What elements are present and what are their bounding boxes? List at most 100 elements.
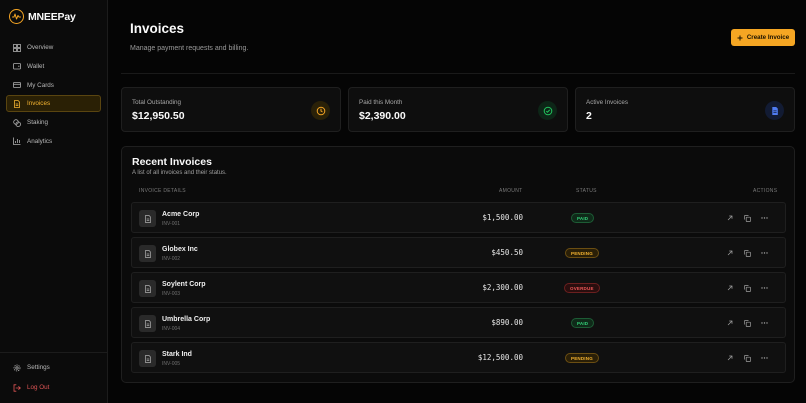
stat-card-paid-this-month: Paid this Month $2,390.00 xyxy=(348,87,568,132)
open-external-icon[interactable] xyxy=(726,354,734,362)
sidebar-item-my-cards[interactable]: My Cards xyxy=(6,77,101,94)
more-options-icon[interactable] xyxy=(760,319,768,327)
sidebar-bottom-nav: Settings Log Out xyxy=(6,359,101,399)
sidebar-item-label: Invoices xyxy=(27,100,51,108)
invoice-icon xyxy=(14,99,20,108)
invoice-amount: $1,500.00 xyxy=(482,213,523,222)
bar-chart-icon xyxy=(13,137,21,146)
create-invoice-button[interactable]: Create Invoice xyxy=(731,29,795,46)
card-subtitle: A list of all invoices and their status. xyxy=(132,170,227,176)
check-circle-icon xyxy=(538,101,557,120)
copy-icon[interactable] xyxy=(743,354,751,362)
copy-icon[interactable] xyxy=(743,214,751,222)
column-header-actions: Actions xyxy=(753,188,778,194)
stat-value: $12,950.50 xyxy=(132,110,185,122)
open-external-icon[interactable] xyxy=(726,214,734,222)
more-options-icon[interactable] xyxy=(760,354,768,362)
sidebar-item-invoices[interactable]: Invoices xyxy=(6,95,101,113)
stat-label: Total Outstanding xyxy=(132,99,182,106)
file-icon xyxy=(139,315,156,332)
sidebar-item-label: Wallet xyxy=(27,62,45,70)
stat-card-active-invoices: Active Invoices 2 xyxy=(575,87,795,132)
sidebar-nav: Overview Wallet My Cards Invoices Stakin… xyxy=(6,39,101,152)
stat-label: Active Invoices xyxy=(586,99,628,106)
brand[interactable]: MNEEPay xyxy=(9,9,76,24)
open-external-icon[interactable] xyxy=(726,284,734,292)
invoice-amount: $2,300.00 xyxy=(482,283,523,292)
table-row[interactable]: Globex Inc INV-002 $450.50 PENDING xyxy=(131,237,786,268)
client-name: Soylent Corp xyxy=(162,281,206,288)
client-name: Umbrella Corp xyxy=(162,316,211,323)
client-name: Acme Corp xyxy=(162,211,200,218)
plus-icon xyxy=(737,35,743,40)
sidebar-item-label: Overview xyxy=(27,44,54,51)
invoice-amount: $890.00 xyxy=(491,318,523,327)
status-badge: PAID xyxy=(571,213,595,223)
copy-icon[interactable] xyxy=(743,249,751,257)
column-header-amount: Amount xyxy=(499,188,523,194)
column-header-status: Status xyxy=(576,188,597,194)
credit-card-icon xyxy=(13,82,21,88)
invoice-amount: $12,500.00 xyxy=(477,353,523,362)
main-content: Invoices Manage payment requests and bil… xyxy=(108,0,806,403)
stat-label: Paid this Month xyxy=(359,99,403,106)
open-external-icon[interactable] xyxy=(726,249,734,257)
table-row[interactable]: Stark Ind INV-005 $12,500.00 PENDING xyxy=(131,342,786,373)
table-row[interactable]: Acme Corp INV-001 $1,500.00 PAID xyxy=(131,202,786,233)
file-icon xyxy=(139,245,156,262)
table-row[interactable]: Umbrella Corp INV-004 $890.00 PAID xyxy=(131,307,786,338)
invoice-id: INV-002 xyxy=(162,256,181,262)
logout-icon xyxy=(13,383,21,392)
header-divider xyxy=(121,73,795,74)
status-badge: PENDING xyxy=(565,248,599,258)
sidebar-item-settings[interactable]: Settings xyxy=(6,359,101,376)
sidebar-item-label: Log Out xyxy=(27,384,50,391)
stat-value: $2,390.00 xyxy=(359,110,406,122)
sidebar-item-label: My Cards xyxy=(27,81,54,89)
invoice-amount: $450.50 xyxy=(491,248,523,257)
more-options-icon[interactable] xyxy=(760,284,768,292)
sidebar-item-wallet[interactable]: Wallet xyxy=(6,58,101,75)
create-invoice-label: Create Invoice xyxy=(746,34,790,41)
file-icon xyxy=(139,210,156,227)
invoice-id: INV-001 xyxy=(162,221,181,227)
more-options-icon[interactable] xyxy=(760,214,768,222)
brand-name: MNEEPay xyxy=(28,10,76,23)
sidebar-item-analytics[interactable]: Analytics xyxy=(6,133,101,150)
more-options-icon[interactable] xyxy=(760,249,768,257)
copy-icon[interactable] xyxy=(743,284,751,292)
grid-icon xyxy=(13,43,21,52)
stat-value: 2 xyxy=(586,110,592,122)
wallet-icon xyxy=(13,63,21,70)
file-icon xyxy=(139,280,156,297)
sidebar-item-logout[interactable]: Log Out xyxy=(6,379,101,396)
invoice-id: INV-004 xyxy=(162,326,181,332)
client-name: Stark Ind xyxy=(162,351,192,358)
recent-invoices-card: Recent Invoices A list of all invoices a… xyxy=(121,146,795,383)
page-subtitle: Manage payment requests and billing. xyxy=(130,45,249,52)
sidebar-item-overview[interactable]: Overview xyxy=(6,39,101,56)
client-name: Globex Inc xyxy=(162,246,198,253)
copy-icon[interactable] xyxy=(743,319,751,327)
column-header-details: Invoice Details xyxy=(139,188,186,194)
stat-card-total-outstanding: Total Outstanding $12,950.50 xyxy=(121,87,341,132)
open-external-icon[interactable] xyxy=(726,319,734,327)
sidebar-item-label: Staking xyxy=(27,119,49,127)
invoice-id: INV-005 xyxy=(162,361,181,367)
sidebar-divider xyxy=(0,352,107,353)
page-title: Invoices xyxy=(130,21,185,36)
sidebar-item-label: Settings xyxy=(27,364,50,371)
sidebar: MNEEPay Overview Wallet My Cards Invoice… xyxy=(0,0,108,403)
coins-icon xyxy=(13,118,21,127)
sidebar-item-label: Analytics xyxy=(27,137,53,145)
sidebar-item-staking[interactable]: Staking xyxy=(6,114,101,131)
file-icon xyxy=(139,350,156,367)
invoice-id: INV-003 xyxy=(162,291,181,297)
table-row[interactable]: Soylent Corp INV-003 $2,300.00 OVERDUE xyxy=(131,272,786,303)
clock-icon xyxy=(311,101,330,120)
card-title: Recent Invoices xyxy=(132,156,212,168)
waveform-logo-icon xyxy=(9,9,24,24)
status-badge: PAID xyxy=(571,318,595,328)
gear-icon xyxy=(13,364,21,371)
status-badge: OVERDUE xyxy=(564,283,600,293)
